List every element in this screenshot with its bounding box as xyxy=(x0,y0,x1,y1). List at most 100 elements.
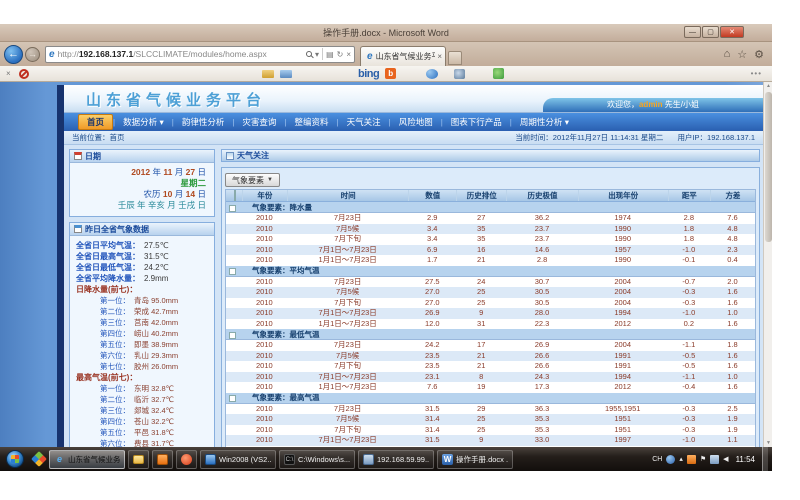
table-row[interactable]: 20101月1日～7月23日1.7212.81990-0.10.4 xyxy=(226,255,755,266)
nav-item-7[interactable]: 风险地图 xyxy=(391,115,441,129)
nav-item-1[interactable]: 首页 xyxy=(78,114,113,130)
language-indicator[interactable]: CH xyxy=(652,456,662,463)
nav-item-2[interactable]: 数据分析 ▾ xyxy=(115,115,172,129)
new-tab-button[interactable] xyxy=(448,51,462,65)
table-row[interactable]: 20107月下旬23.52126.61991-0.51.6 xyxy=(226,361,755,372)
nav-item-6[interactable]: 天气关注 xyxy=(339,115,389,129)
element-filter-button[interactable]: 气象要素 ▼ xyxy=(225,173,280,187)
group-row[interactable]: 气象要素：平均气温 xyxy=(226,266,755,277)
table-row[interactable]: 20107月5候3.43523.719901.84.8 xyxy=(226,224,755,235)
table-cell: 9 xyxy=(456,308,506,319)
bing-logo[interactable]: bing xyxy=(358,68,379,80)
table-row[interactable]: 20107月下旬27.02530.52004-0.31.6 xyxy=(226,298,755,309)
tab-title[interactable]: 山东省气候业务平... xyxy=(376,51,436,62)
url-text[interactable]: http://192.168.137.1/SLCCLIMATE/modules/… xyxy=(58,49,303,59)
group-row[interactable]: 气象要素：最低气温 xyxy=(226,329,755,340)
start-button[interactable] xyxy=(6,450,24,468)
table-row[interactable]: 20101月1日～7月23日7.61917.32012-0.41.6 xyxy=(226,382,755,393)
table-row[interactable]: 20107月23日31.52936.31955,1951-0.32.5 xyxy=(226,404,755,415)
favorites-star-icon[interactable]: ☆ xyxy=(737,48,747,61)
nav-item-8[interactable]: 图表下行产品 xyxy=(443,115,510,129)
home-icon[interactable]: ⌂ xyxy=(724,48,731,61)
group-row[interactable]: 气象要素：最高气温 xyxy=(226,393,755,404)
panel-icon xyxy=(226,152,234,160)
group-checkbox[interactable] xyxy=(229,332,236,339)
nav-item-9[interactable]: 周期性分析 ▾ xyxy=(512,115,577,129)
tools-gear-icon[interactable]: ⚙ xyxy=(754,48,764,61)
table-row[interactable]: 20107月1日～7月23日6.91614.61957-1.02.3 xyxy=(226,245,755,256)
messenger-icon[interactable] xyxy=(426,69,438,79)
stop-icon[interactable]: × xyxy=(346,50,351,59)
nav-item-3[interactable]: 韵律性分析 xyxy=(174,115,233,129)
taskbar-button-remote[interactable]: 192.168.59.99... xyxy=(358,450,434,469)
scrollbar-thumb[interactable] xyxy=(765,92,772,242)
calendar-box: 日期 2012 年 11 月 27 日 星期二 农历 10 月 14 日 壬辰 … xyxy=(69,149,215,217)
maximize-button[interactable]: ▢ xyxy=(702,26,719,38)
action-center-flag-icon[interactable]: ⚑ xyxy=(700,455,706,463)
toolbar-more-icon[interactable]: ••• xyxy=(751,69,762,78)
volume-icon[interactable]: ◀ xyxy=(723,455,728,463)
taskbar-button-orangeapp[interactable] xyxy=(152,450,173,469)
table-cell: 2012 xyxy=(578,319,668,330)
scroll-down-icon[interactable]: ▼ xyxy=(764,440,772,446)
tab-close-icon[interactable]: × xyxy=(437,52,442,61)
table-row[interactable]: 20107月5候23.52126.61991-0.51.6 xyxy=(226,351,755,362)
weather-box-title: 昨日全省气象数据 xyxy=(85,224,149,235)
address-bar[interactable]: e http://192.168.137.1/SLCCLIMATE/module… xyxy=(45,46,355,63)
search-dropdown-icon[interactable]: ▾ xyxy=(315,50,319,59)
table-row[interactable]: 20107月23日2.92736.219742.87.6 xyxy=(226,213,755,224)
taskbar-button-folder[interactable] xyxy=(128,450,149,469)
compatibility-view-icon[interactable]: ▤ xyxy=(326,50,334,59)
close-button[interactable]: ✕ xyxy=(720,26,744,38)
plugin-icon[interactable] xyxy=(493,68,504,79)
table-row[interactable]: 20101月1日～7月23日12.03122.320120.21.6 xyxy=(226,319,755,330)
table-row[interactable]: 20107月23日24.21726.92004-1.11.8 xyxy=(226,340,755,351)
table-row[interactable]: 20107月5候27.02530.52004-0.31.6 xyxy=(226,287,755,298)
table-row[interactable]: 20107月1日～7月23日26.9928.01994-1.01.0 xyxy=(226,308,755,319)
browser-tab[interactable]: e 山东省气候业务平... × xyxy=(360,46,446,66)
minimize-button[interactable]: — xyxy=(684,26,701,38)
table-row[interactable]: 20107月1日～7月23日23.1824.31994-1.11.0 xyxy=(226,372,755,383)
table-row[interactable]: 20107月下旬31.42535.31951-0.31.9 xyxy=(226,425,755,436)
taskbar-button-word[interactable]: W操作手册.docx ... xyxy=(437,450,513,469)
taskbar-button-ie[interactable]: e山东省气候业务平... xyxy=(49,450,125,469)
vertical-scrollbar[interactable]: ▲ ▼ xyxy=(763,82,772,447)
back-button[interactable]: ← xyxy=(4,45,23,64)
taskbar-button-window[interactable]: Win2008 (VS2... xyxy=(200,450,276,469)
toolbar-close-icon[interactable]: × xyxy=(6,69,11,78)
search-icon[interactable] xyxy=(306,51,312,57)
pinned-app-icon[interactable] xyxy=(31,451,47,467)
group-checkbox[interactable] xyxy=(229,268,236,275)
row-spacer-cell xyxy=(226,213,242,224)
show-desktop-button[interactable] xyxy=(762,447,768,471)
group-checkbox[interactable] xyxy=(229,395,236,402)
table-cell: -0.1 xyxy=(668,255,710,266)
group-row[interactable]: 气象要素：降水量 xyxy=(226,202,755,213)
select-all-checkbox[interactable] xyxy=(234,190,236,201)
tray-expand-icon[interactable]: ▴ xyxy=(679,455,683,463)
wallet-icon[interactable] xyxy=(262,70,274,78)
taskbar-button-media[interactable] xyxy=(176,450,197,469)
forward-button[interactable]: → xyxy=(25,47,40,62)
table-row[interactable]: 20107月23日27.52430.72004-0.72.0 xyxy=(226,277,755,288)
scroll-up-icon[interactable]: ▲ xyxy=(764,83,772,89)
group-checkbox[interactable] xyxy=(229,205,236,212)
taskbar-button-cmd[interactable]: C:\C:\Windows\s... xyxy=(279,450,355,469)
camera-icon[interactable] xyxy=(454,69,465,79)
table-row[interactable]: 20107月1日～7月23日31.5933.01997-1.01.1 xyxy=(226,435,755,446)
weather-box-icon xyxy=(74,225,82,233)
nav-item-5[interactable]: 整编资料 xyxy=(287,115,337,129)
bing-icon[interactable]: b xyxy=(385,68,396,79)
network-icon[interactable] xyxy=(710,455,719,464)
clock[interactable]: 11:54 xyxy=(736,455,755,464)
table-cell: 31 xyxy=(456,319,506,330)
refresh-icon[interactable]: ↻ xyxy=(337,50,344,59)
table-cell: 7月1日～7月23日 xyxy=(287,308,409,319)
mail-icon[interactable] xyxy=(280,70,292,78)
tray-app-icon[interactable] xyxy=(666,455,675,464)
nav-item-4[interactable]: 灾害查询 xyxy=(234,115,284,129)
tray-update-icon[interactable] xyxy=(687,455,696,464)
table-cell: 1.6 xyxy=(710,361,755,372)
table-row[interactable]: 20107月5候31.42535.31951-0.31.9 xyxy=(226,414,755,425)
table-row[interactable]: 20107月下旬3.43523.719901.84.8 xyxy=(226,234,755,245)
